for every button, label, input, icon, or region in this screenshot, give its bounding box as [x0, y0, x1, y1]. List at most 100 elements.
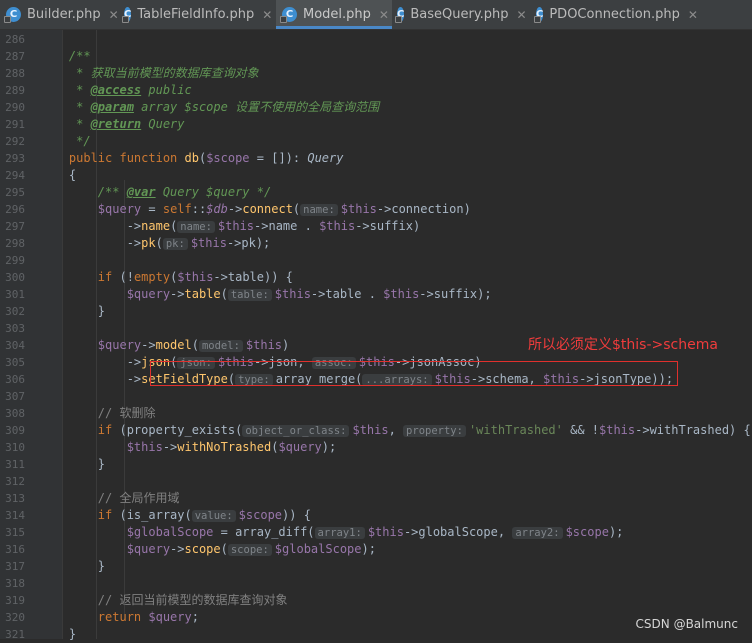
code-text: if (property_exists(object_or_class: $thi… [40, 422, 751, 440]
annotation-note: 所以必须定义$this->schema [528, 337, 718, 353]
php-class-icon: C [533, 7, 544, 23]
code-line[interactable]: 313 // 全局作用域 [0, 490, 752, 507]
code-line[interactable]: 297 ->name(name: $this->name . $this->suf… [0, 218, 752, 235]
code-line[interactable]: 293 public function db($scope = []): Que… [0, 150, 752, 167]
code-token: ( [220, 542, 228, 556]
code-line[interactable]: 300 if (!empty($this->table)) { [0, 269, 752, 286]
code-text: // 软删除 [40, 405, 156, 422]
editor-tab-bar: C Builder.php ✕ C TableFieldInfo.php ✕ C… [0, 0, 752, 30]
code-token: self [162, 202, 192, 216]
code-token: $this [367, 525, 404, 539]
parameter-hint: property: [403, 425, 466, 437]
tab-pdoconnection-php[interactable]: C PDOConnection.php ✕ [533, 0, 698, 29]
code-text: { [40, 167, 76, 184]
code-token: */ [40, 134, 91, 148]
code-line[interactable]: 315 $globalScope = array_diff(array1: $th… [0, 524, 752, 541]
code-token: -> [40, 372, 142, 386]
code-token: -> [227, 202, 243, 216]
parameter-hint: model: [198, 340, 243, 352]
code-line[interactable]: 294 { [0, 167, 752, 184]
code-line[interactable]: 311 } [0, 456, 752, 473]
code-token: $this [340, 202, 377, 216]
code-line[interactable]: 298 ->pk(pk: $this->pk); [0, 235, 752, 252]
parameter-hint: pk: [162, 238, 188, 250]
line-number: 292 [5, 135, 25, 148]
code-token: $globalScope [274, 542, 362, 556]
code-token: ); [608, 525, 624, 539]
code-text: } [40, 626, 76, 643]
code-line[interactable]: 316 $query->scope(scope: $globalScope); [0, 541, 752, 558]
close-icon[interactable]: ✕ [517, 8, 527, 22]
parameter-hint: scope: [227, 544, 272, 556]
code-token: = []): [249, 151, 308, 165]
code-line[interactable]: 286 [0, 31, 752, 48]
code-line[interactable]: 309 if (property_exists(object_or_class:… [0, 422, 752, 439]
tab-label: Model.php [303, 7, 371, 22]
code-line[interactable]: 317 } [0, 558, 752, 575]
code-text: $query->scope(scope: $globalScope); [40, 541, 376, 559]
code-text: } [40, 558, 105, 575]
code-line[interactable]: 291 * @return Query [0, 116, 752, 133]
code-token: pk [141, 236, 156, 250]
tab-label: PDOConnection.php [549, 7, 680, 22]
code-line[interactable]: 302 } [0, 303, 752, 320]
code-line[interactable]: 319 // 返回当前模型的数据库查询对象 [0, 592, 752, 609]
close-icon[interactable]: ✕ [109, 8, 119, 22]
line-number: 310 [5, 441, 25, 454]
code-line[interactable]: 299 [0, 252, 752, 269]
code-token: $query [148, 610, 192, 624]
code-text: return $query; [40, 609, 199, 626]
tab-basequery-php[interactable]: C BaseQuery.php ✕ [394, 0, 527, 29]
code-line[interactable]: 295 /** @var Query $query */ [0, 184, 752, 201]
code-token: } [40, 304, 106, 318]
tab-label: Builder.php [27, 7, 101, 22]
code-line[interactable]: 318 [0, 575, 752, 592]
code-token: empty [133, 270, 171, 284]
code-line[interactable]: 314 if (is_array(value: $scope)) { [0, 507, 752, 524]
code-text: /** @var Query $query */ [40, 184, 271, 201]
code-token: $this [383, 287, 420, 301]
php-class-icon: C [394, 7, 405, 23]
code-line[interactable]: 289 * @access public [0, 82, 752, 99]
parameter-hint: array1: [314, 527, 365, 539]
code-token: $this [190, 236, 227, 250]
code-token: * 获取当前模型的数据库查询对象 [40, 66, 259, 80]
code-line[interactable]: 290 * @param array $scope 设置不使用的全局查询范围 [0, 99, 752, 116]
close-icon[interactable]: ✕ [262, 8, 272, 22]
code-token: $query [40, 287, 171, 301]
code-line[interactable]: 287 /** [0, 48, 752, 65]
line-number: 309 [5, 424, 25, 437]
code-token: ) [282, 338, 290, 352]
code-token: /** [40, 185, 127, 199]
code-text: $query = self::$db->connect(name: $this->… [40, 201, 471, 219]
code-line[interactable]: 296 $query = self::$db->connect(name: $th… [0, 201, 752, 218]
code-line[interactable]: 307 [0, 388, 752, 405]
code-line[interactable]: 288 * 获取当前模型的数据库查询对象 [0, 65, 752, 82]
code-token: $query [40, 202, 142, 216]
code-text: * @param array $scope 设置不使用的全局查询范围 [40, 99, 379, 116]
tab-model-php[interactable]: C Model.php ✕ [276, 0, 392, 29]
close-icon[interactable]: ✕ [379, 8, 389, 22]
code-line[interactable]: 301 $query->table(table: $this->table . $… [0, 286, 752, 303]
code-token: $this [245, 338, 283, 352]
code-line[interactable]: 308 // 软删除 [0, 405, 752, 422]
code-token: $this [599, 423, 636, 437]
code-line[interactable]: 310 $this->withNoTrashed($query); [0, 439, 752, 456]
line-number: 286 [5, 33, 25, 46]
code-token: withNoTrashed [177, 440, 272, 454]
code-token: if [40, 423, 120, 437]
code-token: $this [217, 219, 255, 233]
code-token: ); [321, 440, 337, 454]
code-line[interactable]: 292 */ [0, 133, 752, 150]
line-number: 307 [5, 390, 25, 403]
code-token: -> [170, 287, 185, 301]
tab-label: BaseQuery.php [410, 7, 509, 22]
code-text: $globalScope = array_diff(array1: $this->… [40, 524, 623, 542]
close-icon[interactable]: ✕ [688, 8, 698, 22]
tab-builder-php[interactable]: C Builder.php ✕ [4, 0, 122, 29]
code-line[interactable]: 312 [0, 473, 752, 490]
parameter-hint: value: [191, 510, 236, 522]
code-token: -> [170, 542, 185, 556]
code-text: /** [40, 48, 91, 65]
tab-tablefieldinfo-php[interactable]: C TableFieldInfo.php ✕ [121, 0, 272, 29]
